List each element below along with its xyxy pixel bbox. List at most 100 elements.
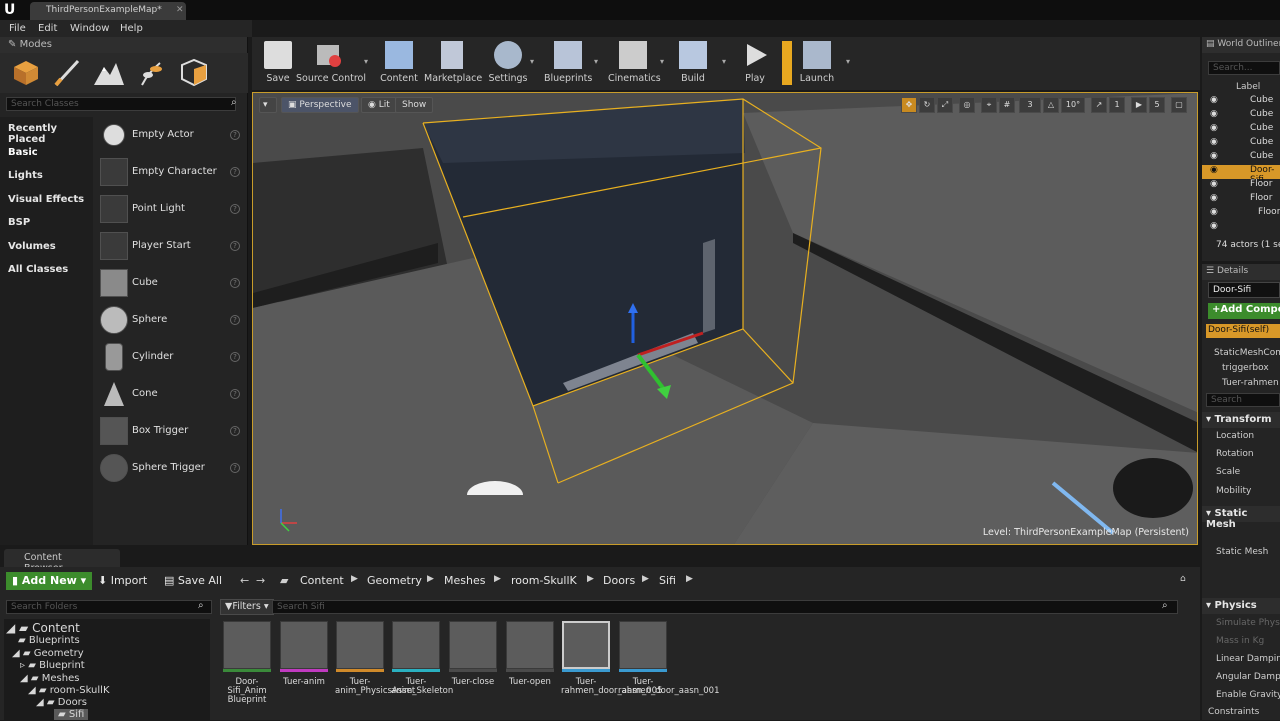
- show-button[interactable]: Show: [395, 97, 434, 113]
- menu-file[interactable]: File: [9, 23, 26, 34]
- outliner-row-selected[interactable]: ◉ Door-Sifi: [1202, 165, 1280, 185]
- scale-icon[interactable]: ⤢: [937, 97, 953, 113]
- item-cylinder[interactable]: Cylinder?: [100, 343, 246, 373]
- eye-icon[interactable]: ◉: [1210, 95, 1218, 105]
- lock-icon[interactable]: ⌂: [1180, 574, 1186, 584]
- breadcrumb-doors[interactable]: Doors: [603, 574, 635, 587]
- rotation-snap-value[interactable]: 10°: [1061, 97, 1085, 113]
- location-property[interactable]: Location: [1216, 431, 1254, 441]
- translate-icon[interactable]: ✥: [901, 97, 917, 113]
- help-icon[interactable]: ?: [230, 167, 240, 177]
- grid-snap-icon[interactable]: #: [999, 97, 1015, 113]
- rotation-snap-icon[interactable]: △: [1043, 97, 1059, 113]
- breadcrumb-meshes[interactable]: Meshes: [444, 574, 485, 587]
- tree-folder-content[interactable]: ◢ ▰ Content: [6, 621, 80, 635]
- component-tuer-rahmen[interactable]: Tuer-rahmen: [1222, 378, 1279, 388]
- filters-button[interactable]: ▼Filters ▾: [220, 599, 274, 615]
- scale-property[interactable]: Scale: [1216, 467, 1240, 477]
- transform-section[interactable]: ▾ Transform: [1202, 412, 1280, 428]
- scale-snap-value[interactable]: 1: [1109, 97, 1125, 113]
- tree-folder-geometry[interactable]: ◢ ▰ Geometry: [12, 648, 84, 659]
- launch-dropdown-icon[interactable]: ▾: [846, 57, 850, 66]
- asset-tile[interactable]: Tuer-anim_Skeleton: [391, 621, 453, 721]
- breadcrumb-sifi[interactable]: Sifi: [659, 574, 676, 587]
- static-mesh-property[interactable]: Static Mesh: [1216, 547, 1268, 557]
- outliner-row[interactable]: ◉ Floor: [1202, 179, 1280, 193]
- tree-folder-sifi[interactable]: ▰ Sifi: [54, 709, 89, 720]
- component-triggerbox[interactable]: triggerbox: [1222, 363, 1269, 373]
- item-cube[interactable]: Cube?: [100, 269, 246, 299]
- blueprints-dropdown-icon[interactable]: ▾: [594, 57, 598, 66]
- eye-icon[interactable]: ◉: [1210, 137, 1218, 147]
- landscape-mode-icon[interactable]: [92, 57, 126, 89]
- source-control-button[interactable]: Source Control: [296, 39, 366, 89]
- constraints-property[interactable]: Constraints: [1208, 707, 1259, 717]
- help-icon[interactable]: ?: [230, 204, 240, 214]
- category-basic[interactable]: Basic: [8, 147, 38, 158]
- category-visual-effects[interactable]: Visual Effects: [8, 194, 84, 205]
- add-new-button[interactable]: ▮ Add New ▾: [6, 572, 93, 590]
- outliner-row[interactable]: ◉ Cube: [1202, 123, 1280, 137]
- help-icon[interactable]: ?: [230, 278, 240, 288]
- launch-button[interactable]: Launch: [798, 39, 836, 89]
- asset-tile[interactable]: Tuer-anim_PhysicsAsset: [335, 621, 415, 721]
- asset-tile[interactable]: Tuer-anim: [279, 621, 329, 721]
- details-search-input[interactable]: Search: [1206, 393, 1280, 407]
- menu-window[interactable]: Window: [70, 23, 109, 34]
- help-icon[interactable]: ?: [230, 241, 240, 251]
- tree-folder-blueprints[interactable]: ▰ Blueprints: [18, 635, 80, 646]
- category-lights[interactable]: Lights: [8, 170, 43, 181]
- forward-arrow-icon[interactable]: →: [256, 574, 265, 587]
- eye-icon[interactable]: ◉: [1210, 207, 1218, 217]
- search-folders-input[interactable]: Search Folders: [6, 600, 212, 614]
- breadcrumb-geometry[interactable]: Geometry: [367, 574, 422, 587]
- eye-icon[interactable]: ◉: [1210, 221, 1218, 231]
- level-tab[interactable]: ThirdPersonExampleMap*: [30, 2, 186, 20]
- item-cone[interactable]: Cone?: [100, 380, 246, 410]
- play-options-dropdown[interactable]: [782, 41, 792, 85]
- scale-snap-icon[interactable]: ↗: [1091, 97, 1107, 113]
- rotation-property[interactable]: Rotation: [1216, 449, 1254, 459]
- item-sphere[interactable]: Sphere?: [100, 306, 246, 336]
- content-browser-tab[interactable]: Content Browser: [4, 549, 120, 574]
- paint-mode-icon[interactable]: [50, 57, 84, 89]
- actor-name-field[interactable]: Door-Sifi: [1208, 282, 1280, 298]
- surface-snap-icon[interactable]: ⌖: [981, 97, 997, 113]
- rotate-icon[interactable]: ↻: [919, 97, 935, 113]
- save-all-button[interactable]: ▤ Save All: [158, 572, 228, 590]
- outliner-row[interactable]: ◉ Floor: [1202, 207, 1280, 221]
- menu-edit[interactable]: Edit: [38, 23, 57, 34]
- place-mode-icon[interactable]: [8, 57, 42, 89]
- tree-folder-blueprint[interactable]: ▹ ▰ Blueprint: [20, 660, 85, 671]
- asset-tile[interactable]: Tuer-rahmen_door_aasn_005: [561, 621, 663, 721]
- category-volumes[interactable]: Volumes: [8, 241, 56, 252]
- camera-speed-value[interactable]: 5: [1149, 97, 1165, 113]
- asset-tile[interactable]: Door-Sifi_Anim Blueprint: [222, 621, 272, 721]
- help-icon[interactable]: ?: [230, 463, 240, 473]
- asset-tile[interactable]: Tuer-close: [448, 621, 498, 721]
- geometry-mode-icon[interactable]: [176, 57, 210, 89]
- category-all-classes[interactable]: All Classes: [8, 264, 68, 275]
- source-control-dropdown-icon[interactable]: ▾: [364, 57, 368, 66]
- back-arrow-icon[interactable]: ←: [240, 574, 249, 587]
- help-icon[interactable]: ?: [230, 426, 240, 436]
- menu-help[interactable]: Help: [120, 23, 143, 34]
- physics-section[interactable]: ▾ Physics: [1202, 598, 1280, 614]
- help-icon[interactable]: ?: [230, 130, 240, 140]
- settings-dropdown-icon[interactable]: ▾: [530, 57, 534, 66]
- outliner-row[interactable]: ◉ Floor: [1202, 193, 1280, 207]
- breadcrumb-content[interactable]: Content: [300, 574, 344, 587]
- content-button[interactable]: Content: [378, 39, 420, 89]
- item-empty-actor[interactable]: Empty Actor?: [100, 121, 246, 151]
- item-player-start[interactable]: Player Start?: [100, 232, 246, 262]
- asset-tile[interactable]: Tuer-rahmen_door_aasn_001: [618, 621, 720, 721]
- perspective-button[interactable]: ▣ Perspective: [281, 97, 359, 113]
- search-assets-input[interactable]: Search Sifi: [272, 600, 1178, 614]
- cinematics-button[interactable]: Cinematics: [608, 39, 661, 89]
- marketplace-button[interactable]: Marketplace: [424, 39, 482, 89]
- component-staticmesh[interactable]: StaticMeshComponent: [1214, 348, 1280, 358]
- mobility-property[interactable]: Mobility: [1216, 486, 1251, 496]
- blueprints-button[interactable]: Blueprints: [544, 39, 592, 89]
- settings-button[interactable]: Settings: [488, 39, 528, 89]
- item-box-trigger[interactable]: Box Trigger?: [100, 417, 246, 447]
